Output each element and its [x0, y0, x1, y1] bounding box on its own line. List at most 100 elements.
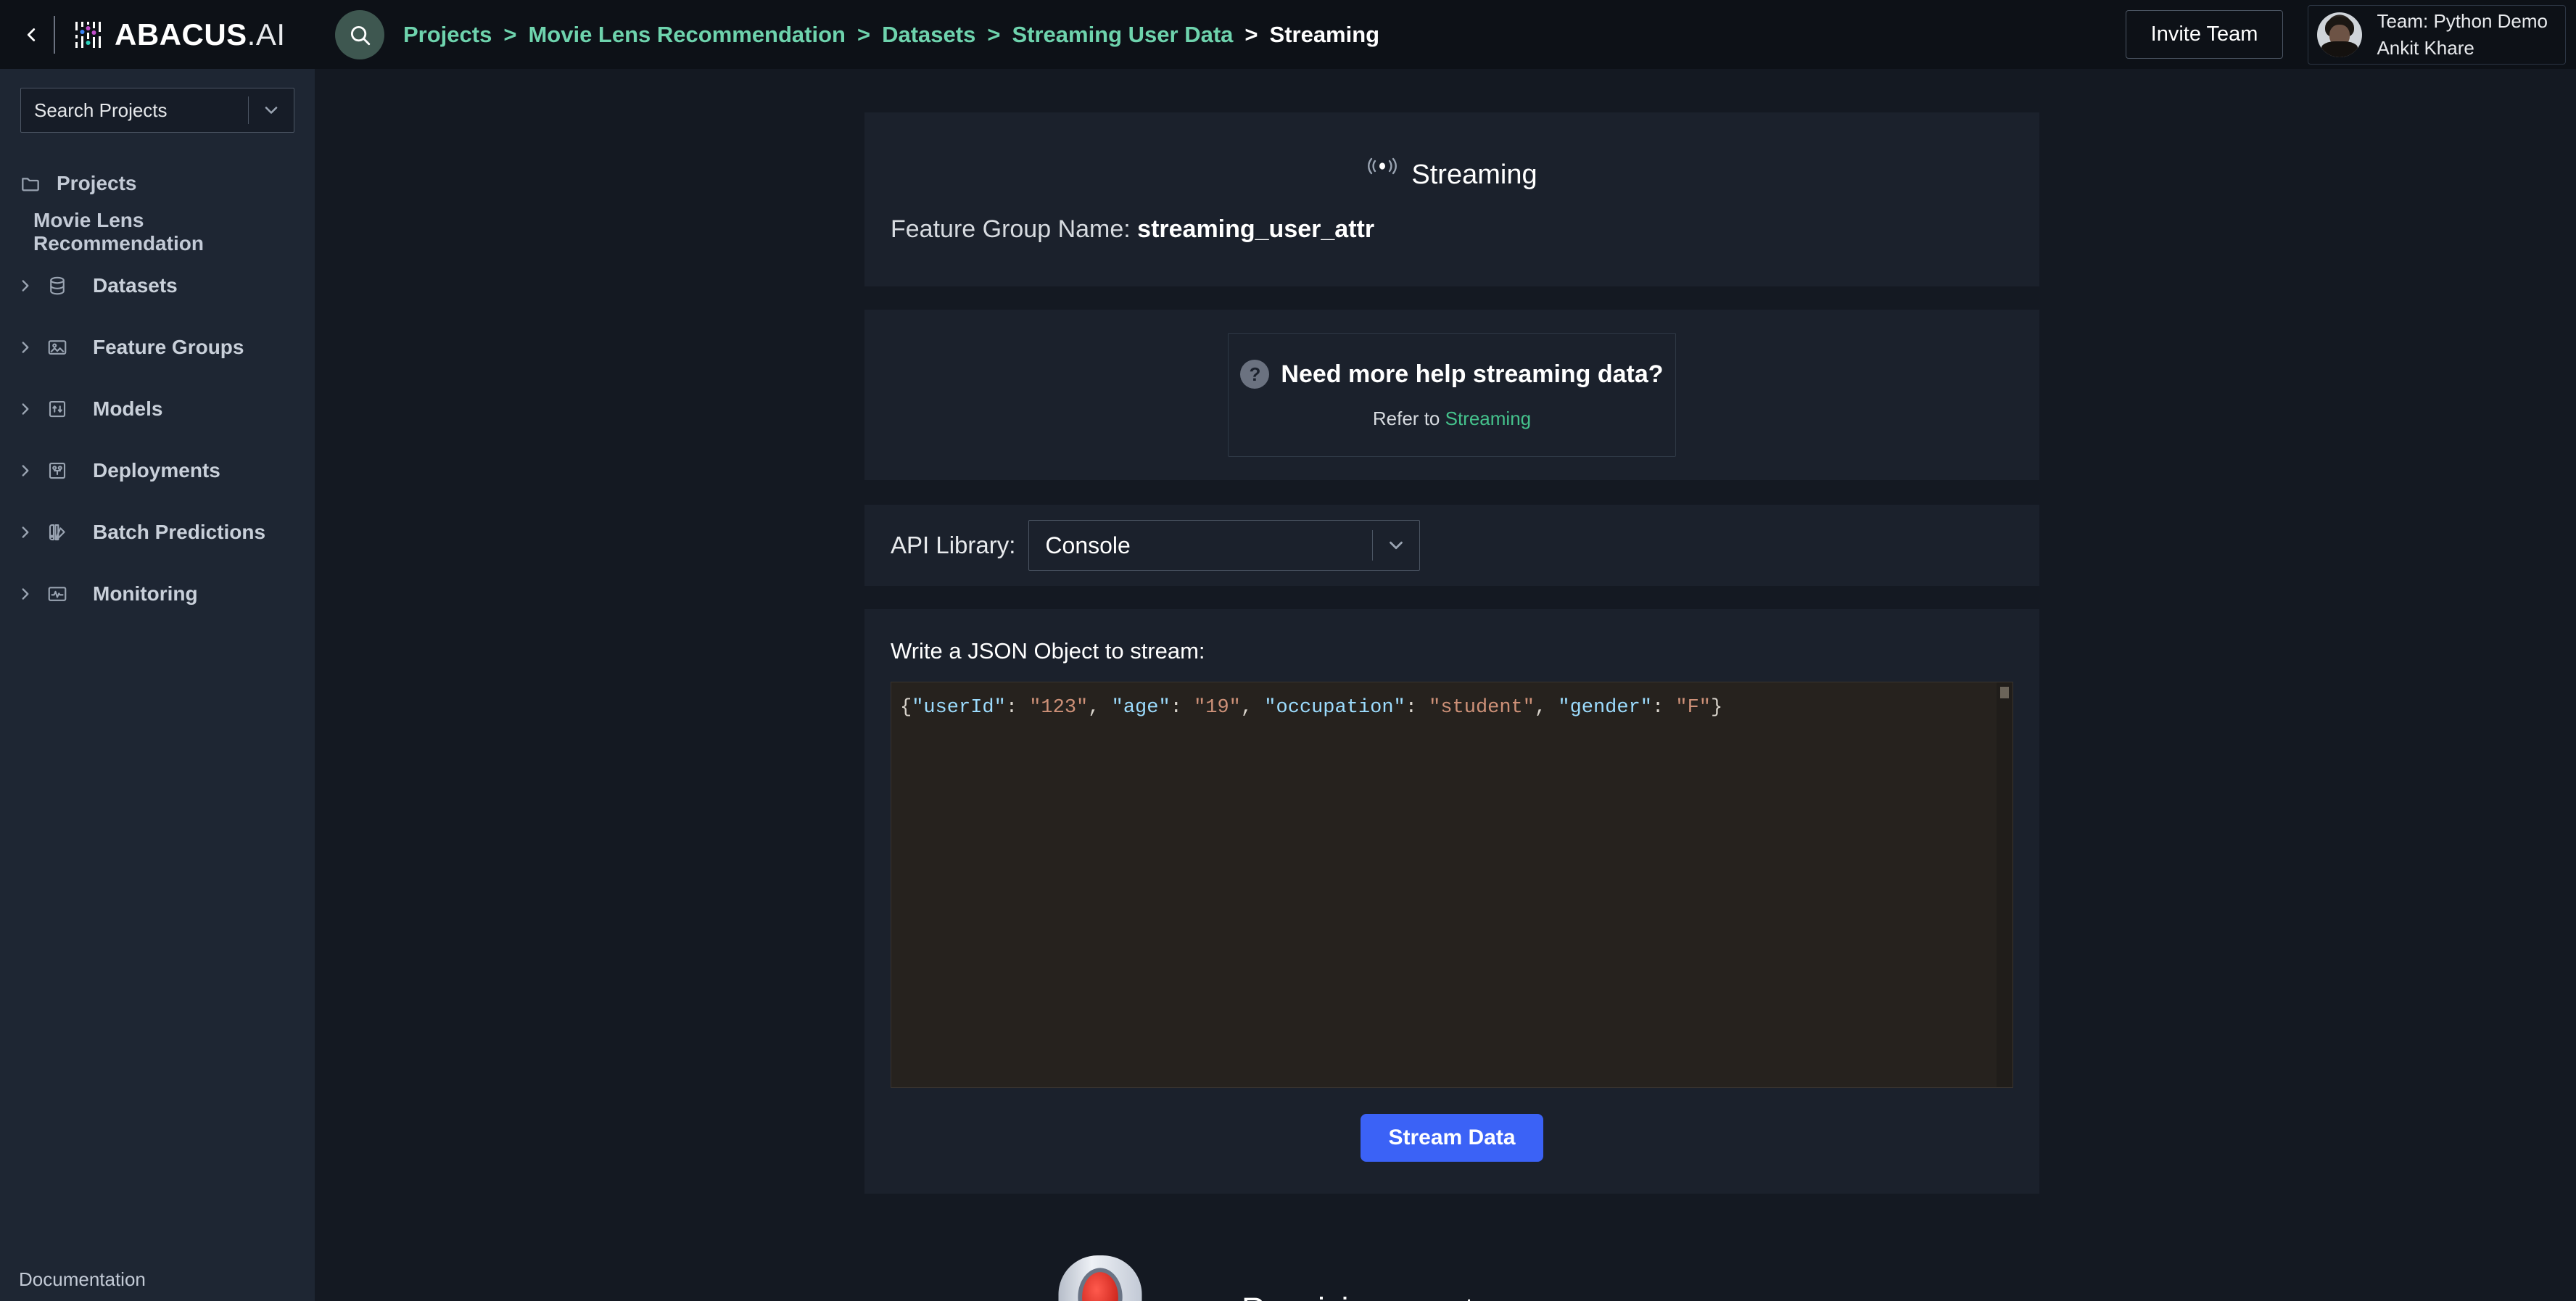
invite-team-button[interactable]: Invite Team — [2125, 10, 2284, 59]
brand-bar: ABACUS.AI — [0, 0, 315, 69]
json-editor-label: Write a JSON Object to stream: — [891, 638, 1205, 664]
team-name: Team: Python Demo — [2377, 10, 2548, 32]
feature-group-label: Feature Group Name: — [891, 215, 1131, 243]
sidebar-item-models[interactable]: Models — [0, 378, 315, 439]
page-title: Streaming — [864, 112, 2039, 192]
help-refer-prefix: Refer to — [1372, 408, 1445, 429]
user-menu[interactable]: Team: Python Demo Ankit Khare — [2308, 4, 2566, 65]
breadcrumb-separator: > — [856, 21, 871, 47]
batch-predictions-icon — [46, 521, 84, 543]
json-token-key: "userId" — [912, 697, 1006, 719]
brand-name: ABACUS.AI — [115, 17, 286, 51]
sidebar-item-label: Feature Groups — [93, 335, 244, 358]
top-bar: Projects > Movie Lens Recommendation > D… — [315, 0, 2576, 69]
sidebar-item-feature-groups[interactable]: Feature Groups — [0, 316, 315, 378]
chevron-right-icon[interactable] — [16, 523, 46, 542]
sidebar-item-batch-predictions[interactable]: Batch Predictions — [0, 501, 315, 563]
json-token-punct: : — [1652, 697, 1676, 719]
breadcrumb-separator: > — [503, 21, 517, 47]
api-library-select[interactable]: Console — [1028, 520, 1421, 571]
brand-divider — [54, 15, 55, 54]
chevron-down-icon[interactable] — [1373, 534, 1419, 556]
robot-illustration — [1058, 1255, 1142, 1301]
sidebar-search-row: Search Projects — [0, 69, 315, 133]
feature-group-line: Feature Group Name: streaming_user_attr — [864, 192, 2039, 244]
streaming-docs-link[interactable]: Streaming — [1445, 408, 1532, 429]
breadcrumb-item-streaming: Streaming — [1269, 21, 1380, 47]
json-token-punct: , — [1240, 697, 1265, 719]
receiving-events-block: Receiving events... Our robot is waiting… — [864, 1242, 2039, 1301]
feature-group-icon — [46, 336, 84, 358]
sidebar-item-label: Projects — [57, 172, 137, 194]
breadcrumb-item-datasets[interactable]: Datasets — [882, 22, 975, 48]
brand-logo[interactable]: ABACUS.AI — [73, 17, 286, 52]
editor-scrollbar[interactable] — [1997, 682, 2012, 1087]
help-card: ? Need more help streaming data? Refer t… — [1228, 333, 1676, 457]
folder-icon — [19, 172, 51, 195]
streaming-header-panel: Streaming Feature Group Name: streaming_… — [864, 112, 2039, 286]
editor-scrollbar-thumb[interactable] — [2000, 687, 2009, 698]
top-bar-right: Invite Team Team: Python Demo Ankit Khar… — [2125, 0, 2576, 69]
documentation-link[interactable]: Documentation — [19, 1268, 146, 1291]
json-token-punct: , — [1534, 697, 1559, 719]
breadcrumb: Projects > Movie Lens Recommendation > D… — [403, 22, 1379, 48]
sidebar-item-label: Deployments — [93, 458, 220, 482]
sidebar-nav: Projects Movie Lens Recommendation Datas… — [0, 157, 315, 624]
json-editor-code[interactable]: {"userId": "123", "age": "19", "occupati… — [891, 682, 2012, 721]
help-subtext: Refer to Streaming — [1229, 408, 1675, 430]
avatar — [2317, 12, 2363, 57]
abacus-logo-icon — [75, 21, 101, 48]
sidebar-item-label: Datasets — [93, 273, 178, 297]
sidebar-item-label: Movie Lens Recommendation — [33, 209, 204, 255]
search-projects-select[interactable]: Search Projects — [20, 88, 294, 133]
receiving-events-text: Receiving events... Our robot is waiting… — [1242, 1242, 1731, 1301]
question-mark-icon: ? — [1240, 360, 1270, 389]
app-root: ABACUS.AI Search Projects Projects Movie… — [0, 0, 2576, 1301]
sidebar-item-deployments[interactable]: Deployments — [0, 439, 315, 501]
database-icon — [46, 275, 84, 297]
json-token-punct: , — [1088, 697, 1112, 719]
chevron-right-icon[interactable] — [16, 585, 46, 603]
sidebar-item-datasets[interactable]: Datasets — [0, 255, 315, 316]
search-projects-input[interactable]: Search Projects — [21, 99, 248, 122]
help-title: ? Need more help streaming data? — [1229, 360, 1675, 389]
breadcrumb-item-streaming-user-data[interactable]: Streaming User Data — [1012, 22, 1233, 48]
sidebar-item-label: Batch Predictions — [93, 520, 266, 543]
json-token-punct: } — [1711, 697, 1723, 719]
chevron-down-icon[interactable] — [249, 100, 294, 120]
chevron-right-icon[interactable] — [16, 276, 46, 295]
sidebar-item-monitoring[interactable]: Monitoring — [0, 563, 315, 624]
receiving-events-heading: Receiving events... — [1242, 1291, 1731, 1301]
json-editor[interactable]: {"userId": "123", "age": "19", "occupati… — [891, 682, 2013, 1088]
json-token-key: "occupation" — [1264, 697, 1405, 719]
json-token-punct: : — [1005, 697, 1030, 719]
chevron-right-icon[interactable] — [16, 461, 46, 480]
user-name: Ankit Khare — [2377, 36, 2474, 59]
model-box-icon — [46, 398, 84, 420]
sidebar-item-label: Monitoring — [93, 582, 198, 605]
json-token-key: "age" — [1111, 697, 1171, 719]
api-library-panel: API Library: Console — [864, 505, 2039, 586]
help-panel: ? Need more help streaming data? Refer t… — [864, 310, 2039, 480]
json-token-str: "student" — [1429, 697, 1535, 719]
breadcrumb-item-movie-lens-recommendation[interactable]: Movie Lens Recommendation — [528, 22, 846, 48]
api-library-selected-value: Console — [1045, 532, 1131, 558]
monitoring-icon — [46, 583, 84, 605]
page-title-text: Streaming — [1411, 159, 1537, 190]
sidebar-item-projects[interactable]: Projects — [0, 157, 315, 210]
chevron-right-icon[interactable] — [16, 400, 46, 418]
stream-data-button[interactable]: Stream Data — [1361, 1114, 1543, 1162]
json-token-punct: : — [1170, 697, 1194, 719]
chevron-right-icon[interactable] — [16, 338, 46, 357]
broadcast-icon — [1366, 157, 1398, 192]
search-icon[interactable] — [335, 9, 384, 59]
back-chevron-icon[interactable] — [17, 21, 45, 49]
json-token-str: "19" — [1194, 697, 1241, 719]
main-area: Projects > Movie Lens Recommendation > D… — [315, 0, 2576, 1301]
deployment-icon — [46, 460, 84, 482]
breadcrumb-separator: > — [987, 21, 1001, 47]
json-token-punct: { — [900, 697, 912, 719]
breadcrumb-item-projects[interactable]: Projects — [403, 22, 492, 48]
help-title-text: Need more help streaming data? — [1281, 360, 1664, 388]
sidebar-item-current-project[interactable]: Movie Lens Recommendation — [0, 209, 315, 255]
